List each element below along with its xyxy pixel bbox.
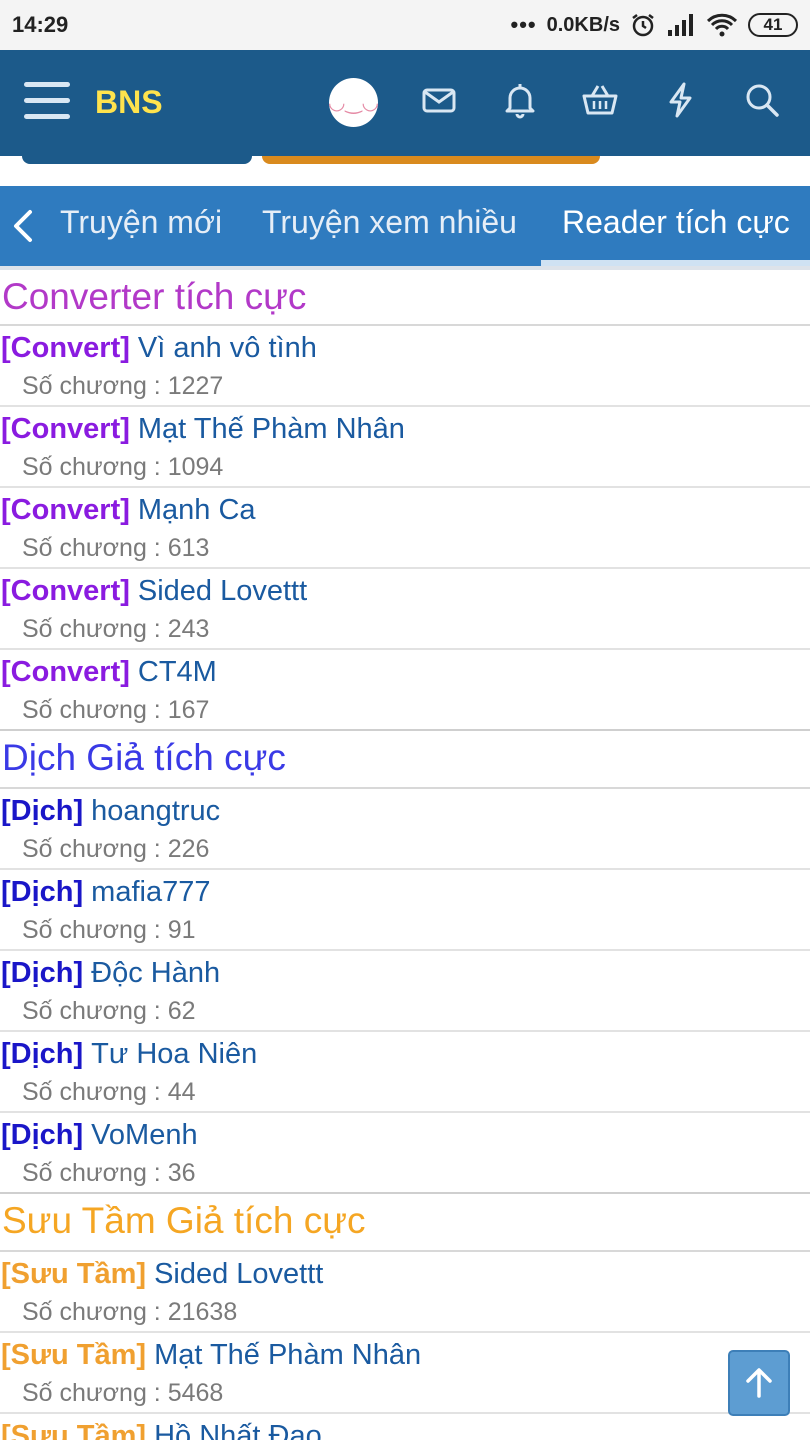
item-tag: [Dịch] <box>1 795 84 827</box>
item-tag: [Dịch] <box>1 1119 84 1151</box>
item-name[interactable]: hoangtruc <box>91 795 220 827</box>
tab-bar: Truyện mới Truyện xem nhiều Reader tích … <box>0 186 810 266</box>
list-item[interactable]: [Dịch] Tư Hoa Niên Số chương : 44 <box>0 1032 810 1113</box>
header-button-stub <box>22 156 252 164</box>
item-name[interactable]: Sided Lovettt <box>138 575 307 607</box>
list-item[interactable]: [Convert] Mạt Thế Phàm Nhân Số chương : 1… <box>0 407 810 488</box>
wifi-icon <box>706 13 738 37</box>
tab-reader-tich-cuc[interactable]: Reader tích cực <box>562 204 790 241</box>
section-title-collector: Sưu Tầm Giả tích cực <box>0 1194 810 1252</box>
mail-icon[interactable] <box>419 80 459 120</box>
item-chapter-count: Số chương : 36 <box>22 1159 196 1187</box>
status-icons: ••• 0.0KB/s 41 <box>511 10 798 40</box>
item-tag: [Convert] <box>1 413 130 445</box>
avatar[interactable]: ◡‿◡ <box>328 78 379 127</box>
menu-icon[interactable] <box>24 82 70 122</box>
list-item[interactable]: [Dịch] mafia777 Số chương : 91 <box>0 870 810 951</box>
item-name[interactable]: mafia777 <box>91 876 210 908</box>
list-item[interactable]: [Convert] Vì anh vô tình Số chương : 1227 <box>0 326 810 407</box>
search-icon[interactable] <box>742 80 782 120</box>
tab-truyen-moi[interactable]: Truyện mới <box>60 204 222 241</box>
brand-logo[interactable]: BNS <box>95 84 163 121</box>
arrow-up-icon <box>746 1368 772 1398</box>
signal-icon <box>668 14 693 36</box>
list-item[interactable]: [Dịch] Độc Hành Số chương : 62 <box>0 951 810 1032</box>
item-name[interactable]: Mạt Thế Phàm Nhân <box>154 1339 421 1371</box>
chevron-left-icon[interactable] <box>8 206 38 246</box>
app-header: BNS ◡‿◡ <box>0 50 810 156</box>
scroll-to-top-button[interactable] <box>728 1350 790 1416</box>
battery-icon: 41 <box>748 13 798 37</box>
item-tag: [Sưu Tầm] <box>1 1339 147 1371</box>
list-item[interactable]: [Sưu Tầm] Hồ Nhất Đao <box>0 1414 810 1440</box>
notification-dots: ••• <box>510 12 537 37</box>
item-chapter-count: Số chương : 167 <box>22 696 210 724</box>
item-chapter-count: Số chương : 243 <box>22 615 210 643</box>
alarm-icon <box>632 14 654 37</box>
header-button-stub <box>262 156 600 164</box>
section-title-translator: Dịch Giả tích cực <box>0 731 810 789</box>
item-tag: [Convert] <box>1 656 130 688</box>
item-tag: [Convert] <box>1 332 130 364</box>
item-tag: [Convert] <box>1 575 130 607</box>
lightning-icon[interactable] <box>661 80 701 120</box>
item-name[interactable]: Vì anh vô tình <box>138 332 317 364</box>
item-chapter-count: Số chương : 613 <box>22 534 210 562</box>
item-chapter-count: Số chương : 1094 <box>22 453 224 481</box>
list-item[interactable]: [Dịch] VoMenh Số chương : 36 <box>0 1113 810 1194</box>
item-chapter-count: Số chương : 44 <box>22 1078 196 1106</box>
item-tag: [Dịch] <box>1 1038 84 1070</box>
item-tag: [Sưu Tầm] <box>1 1420 147 1440</box>
tab-truyen-xem-nhieu[interactable]: Truyện xem nhiều <box>262 204 517 241</box>
list-item[interactable]: [Convert] Mạnh Ca Số chương : 613 <box>0 488 810 569</box>
section-title-converter: Converter tích cực <box>0 270 810 326</box>
list-item[interactable]: [Dịch] hoangtruc Số chương : 226 <box>0 789 810 870</box>
item-tag: [Convert] <box>1 494 130 526</box>
item-chapter-count: Số chương : 5468 <box>22 1379 224 1407</box>
item-name[interactable]: Độc Hành <box>91 957 220 989</box>
item-name[interactable]: Mạnh Ca <box>138 494 256 526</box>
item-chapter-count: Số chương : 62 <box>22 997 196 1025</box>
item-name[interactable]: Hồ Nhất Đao <box>154 1420 322 1440</box>
status-time: 14:29 <box>12 12 69 37</box>
item-tag: [Dịch] <box>1 876 84 908</box>
list-item[interactable]: [Convert] CT4M Số chương : 167 <box>0 650 810 731</box>
reader-list: Converter tích cực [Convert] Vì anh vô tì… <box>0 270 810 1440</box>
item-name[interactable]: Sided Lovettt <box>154 1258 323 1290</box>
bell-icon[interactable] <box>500 80 540 120</box>
item-name[interactable]: Tư Hoa Niên <box>91 1038 257 1070</box>
item-name[interactable]: CT4M <box>138 656 217 688</box>
item-name[interactable]: VoMenh <box>91 1119 197 1151</box>
item-tag: [Dịch] <box>1 957 84 989</box>
network-speed: 0.0KB/s <box>546 13 620 36</box>
item-chapter-count: Số chương : 21638 <box>22 1298 238 1326</box>
list-item[interactable]: [Sưu Tầm] Sided Lovettt Số chương : 21638 <box>0 1252 810 1333</box>
item-tag: [Sưu Tầm] <box>1 1258 147 1290</box>
item-chapter-count: Số chương : 1227 <box>22 372 224 400</box>
item-chapter-count: Số chương : 91 <box>22 916 196 944</box>
item-chapter-count: Số chương : 226 <box>22 835 210 863</box>
status-bar: 14:29 ••• 0.0KB/s 41 <box>0 0 810 50</box>
basket-icon[interactable] <box>580 80 620 120</box>
list-item[interactable]: [Convert] Sided Lovettt Số chương : 243 <box>0 569 810 650</box>
list-item[interactable]: [Sưu Tầm] Mạt Thế Phàm Nhân Số chương : 5… <box>0 1333 810 1414</box>
item-name[interactable]: Mạt Thế Phàm Nhân <box>138 413 405 445</box>
